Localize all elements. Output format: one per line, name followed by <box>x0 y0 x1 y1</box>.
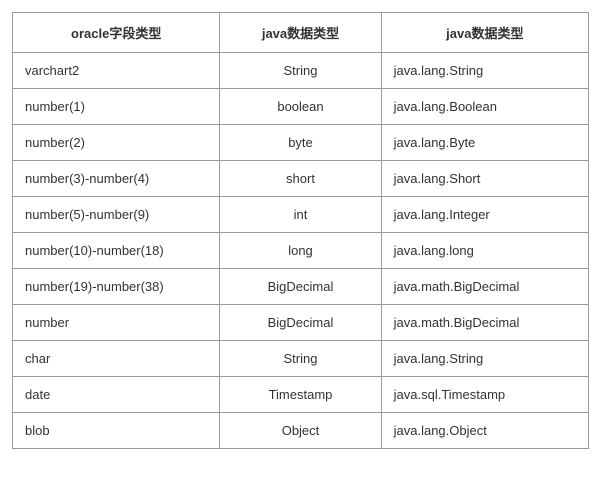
table-row: number(1) boolean java.lang.Boolean <box>13 89 589 125</box>
type-mapping-table: oracle字段类型 java数据类型 java数据类型 varchart2 S… <box>12 12 589 449</box>
table-row: number(3)-number(4) short java.lang.Shor… <box>13 161 589 197</box>
cell-java-primitive: boolean <box>220 89 381 125</box>
cell-oracle-type: number(19)-number(38) <box>13 269 220 305</box>
cell-oracle-type: blob <box>13 413 220 449</box>
cell-java-primitive: short <box>220 161 381 197</box>
cell-oracle-type: date <box>13 377 220 413</box>
cell-oracle-type: char <box>13 341 220 377</box>
cell-java-class: java.lang.Object <box>381 413 588 449</box>
cell-java-primitive: BigDecimal <box>220 269 381 305</box>
table-row: number(19)-number(38) BigDecimal java.ma… <box>13 269 589 305</box>
cell-java-primitive: Timestamp <box>220 377 381 413</box>
cell-java-primitive: long <box>220 233 381 269</box>
col-header-java-primitive: java数据类型 <box>220 13 381 53</box>
cell-java-class: java.lang.long <box>381 233 588 269</box>
cell-java-primitive: int <box>220 197 381 233</box>
cell-java-class: java.lang.String <box>381 341 588 377</box>
cell-java-class: java.lang.Byte <box>381 125 588 161</box>
table-row: number(2) byte java.lang.Byte <box>13 125 589 161</box>
cell-java-class: java.lang.String <box>381 53 588 89</box>
cell-java-primitive: byte <box>220 125 381 161</box>
col-header-java-class: java数据类型 <box>381 13 588 53</box>
cell-java-primitive: Object <box>220 413 381 449</box>
cell-java-class: java.math.BigDecimal <box>381 305 588 341</box>
table-row: number(5)-number(9) int java.lang.Intege… <box>13 197 589 233</box>
col-header-oracle: oracle字段类型 <box>13 13 220 53</box>
cell-oracle-type: varchart2 <box>13 53 220 89</box>
cell-java-class: java.lang.Integer <box>381 197 588 233</box>
cell-java-class: java.math.BigDecimal <box>381 269 588 305</box>
cell-oracle-type: number(3)-number(4) <box>13 161 220 197</box>
table-row: number(10)-number(18) long java.lang.lon… <box>13 233 589 269</box>
cell-java-primitive: BigDecimal <box>220 305 381 341</box>
cell-oracle-type: number(10)-number(18) <box>13 233 220 269</box>
cell-java-class: java.sql.Timestamp <box>381 377 588 413</box>
cell-oracle-type: number(1) <box>13 89 220 125</box>
cell-java-primitive: String <box>220 53 381 89</box>
cell-java-class: java.lang.Short <box>381 161 588 197</box>
table-row: varchart2 String java.lang.String <box>13 53 589 89</box>
table-row: blob Object java.lang.Object <box>13 413 589 449</box>
table-header-row: oracle字段类型 java数据类型 java数据类型 <box>13 13 589 53</box>
cell-java-primitive: String <box>220 341 381 377</box>
cell-java-class: java.lang.Boolean <box>381 89 588 125</box>
cell-oracle-type: number(2) <box>13 125 220 161</box>
table-row: char String java.lang.String <box>13 341 589 377</box>
cell-oracle-type: number(5)-number(9) <box>13 197 220 233</box>
table-row: date Timestamp java.sql.Timestamp <box>13 377 589 413</box>
cell-oracle-type: number <box>13 305 220 341</box>
table-row: number BigDecimal java.math.BigDecimal <box>13 305 589 341</box>
